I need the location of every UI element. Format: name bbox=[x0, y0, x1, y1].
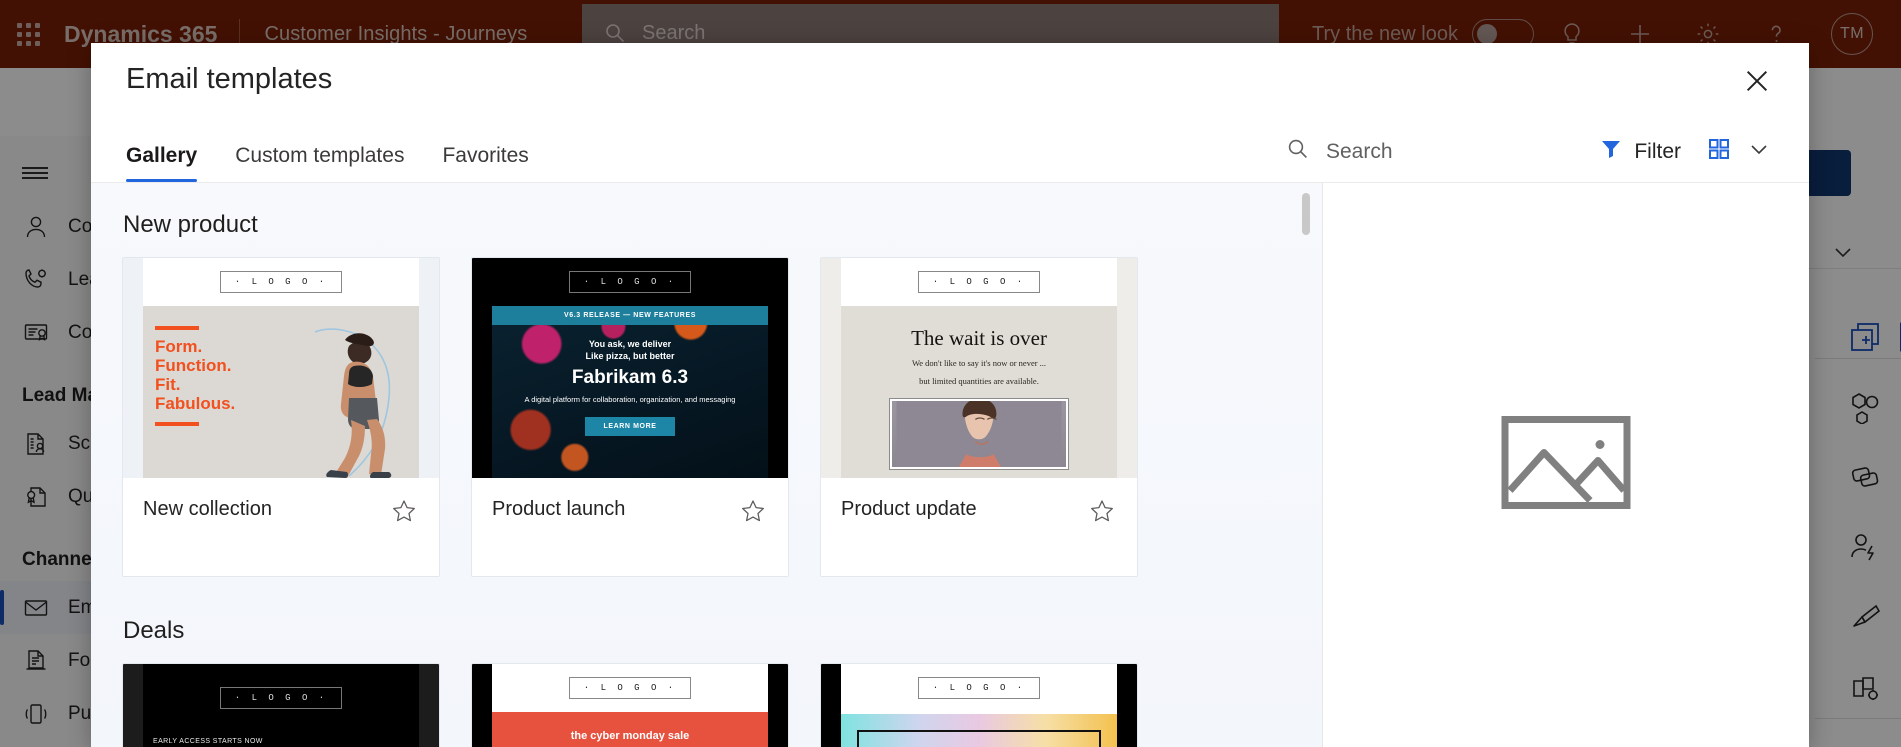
search-placeholder: Search bbox=[1326, 139, 1393, 163]
thumb-line-1: Form. bbox=[155, 337, 203, 356]
thumb-eyebrow-1: You ask, we deliver bbox=[588, 339, 672, 349]
search-input[interactable]: Search bbox=[1286, 137, 1393, 166]
page-title: Email templates bbox=[126, 62, 333, 95]
logo-placeholder: · L O G O · bbox=[568, 271, 692, 293]
card-row-new-product: · L O G O · Form. Function. Fit. Fabulou… bbox=[91, 257, 1322, 577]
thumb-portrait bbox=[896, 401, 1062, 467]
template-thumbnail: · L O G O · bbox=[821, 664, 1137, 747]
star-outline-icon[interactable] bbox=[1089, 498, 1115, 524]
template-thumbnail: · L O G O · The wait is over We don't li… bbox=[821, 258, 1137, 478]
template-preview-pane bbox=[1323, 183, 1809, 747]
filter-button[interactable]: Filter bbox=[1600, 138, 1681, 165]
thumb-line-3: Fit. bbox=[155, 375, 181, 394]
thumb-logo-bar: · L O G O · bbox=[143, 674, 419, 722]
template-thumbnail: · L O G O · EARLY ACCESS STARTS NOW bbox=[123, 664, 439, 747]
card-row-deals: · L O G O · EARLY ACCESS STARTS NOW · L … bbox=[91, 663, 1322, 747]
logo-placeholder: · L O G O · bbox=[568, 677, 692, 699]
thumb-subhead: A digital platform for collaboration, or… bbox=[524, 395, 736, 404]
tab-favorites[interactable]: Favorites bbox=[442, 144, 528, 182]
thumb-logo-bar: · L O G O · bbox=[841, 664, 1117, 712]
thumb-logo-bar: · L O G O · bbox=[492, 258, 768, 306]
dialog-toolbar: Gallery Custom templates Favorites Searc… bbox=[91, 115, 1809, 183]
thumb-figure bbox=[314, 328, 392, 478]
thumb-headline: The wait is over bbox=[911, 326, 1047, 350]
filter-funnel-icon bbox=[1600, 138, 1622, 165]
tab-list: Gallery Custom templates Favorites bbox=[91, 144, 529, 182]
tab-custom-templates[interactable]: Custom templates bbox=[235, 144, 404, 182]
logo-placeholder: · L O G O · bbox=[917, 271, 1041, 293]
gallery-scrollbar-thumb[interactable] bbox=[1302, 193, 1310, 235]
template-gallery[interactable]: New product · L O G O · Form. Function. … bbox=[91, 183, 1323, 747]
template-name: New collection bbox=[143, 498, 272, 520]
template-name: Product launch bbox=[492, 498, 626, 520]
logo-placeholder: · L O G O · bbox=[917, 677, 1041, 699]
view-switcher[interactable] bbox=[1707, 137, 1771, 166]
chevron-down-icon bbox=[1747, 137, 1771, 166]
grid-view-icon bbox=[1707, 137, 1731, 166]
template-card-gradient[interactable]: · L O G O · bbox=[820, 663, 1138, 747]
thumb-tagline: EARLY ACCESS STARTS NOW bbox=[153, 738, 263, 745]
star-outline-icon[interactable] bbox=[740, 498, 766, 524]
thumb-release-band: V6.3 RELEASE — NEW FEATURES bbox=[492, 306, 768, 325]
filter-label: Filter bbox=[1634, 139, 1681, 163]
logo-placeholder: · L O G O · bbox=[219, 687, 343, 709]
template-thumbnail: · L O G O · Form. Function. Fit. Fabulou… bbox=[123, 258, 439, 478]
thumb-line-4: Fabulous. bbox=[155, 394, 236, 413]
card-footer: Product launch bbox=[472, 478, 788, 576]
thumb-sub-1: We don't like to say it's now or never .… bbox=[911, 358, 1047, 368]
thumb-line-2: Function. bbox=[155, 356, 232, 375]
thumb-headline: Fabrikam 6.3 bbox=[571, 367, 689, 388]
section-title-new-product: New product bbox=[123, 211, 258, 238]
logo-placeholder: · L O G O · bbox=[219, 271, 343, 293]
thumb-logo-bar: · L O G O · bbox=[143, 258, 419, 306]
thumb-hero: V6.3 RELEASE — NEW FEATURES You ask, we … bbox=[492, 306, 768, 478]
application-window: Co Lea Co Lead Ma Sco Qu Channel Em For … bbox=[0, 0, 1901, 747]
thumb-logo-bar: · L O G O · bbox=[492, 664, 768, 712]
thumb-hero: The wait is over We don't like to say it… bbox=[841, 306, 1117, 478]
template-thumbnail: · L O G O · V6.3 RELEASE — NEW FEATURES … bbox=[472, 258, 788, 478]
thumb-image-frame bbox=[889, 398, 1069, 470]
thumb-headline: the cyber monday sale bbox=[492, 712, 768, 747]
dialog-body: New product · L O G O · Form. Function. … bbox=[91, 183, 1809, 747]
template-card-new-collection[interactable]: · L O G O · Form. Function. Fit. Fabulou… bbox=[122, 257, 440, 577]
email-templates-dialog: Email templates Gallery Custom templates… bbox=[91, 43, 1809, 747]
search-icon bbox=[1286, 137, 1310, 166]
thumb-sub-2: but limited quantities are available. bbox=[919, 376, 1039, 386]
close-icon[interactable] bbox=[1741, 65, 1773, 97]
tab-gallery[interactable]: Gallery bbox=[126, 144, 198, 182]
thumb-cta-button: LEARN MORE bbox=[585, 417, 675, 436]
thumb-hero: Form. Function. Fit. Fabulous. bbox=[143, 306, 419, 478]
thumb-logo-bar: · L O G O · bbox=[841, 258, 1117, 306]
template-name: Product update bbox=[841, 498, 977, 520]
template-card-product-update[interactable]: · L O G O · The wait is over We don't li… bbox=[820, 257, 1138, 577]
dialog-header: Email templates bbox=[91, 43, 1809, 115]
toolbar-actions: Filter bbox=[1600, 137, 1771, 166]
template-card-early-access[interactable]: · L O G O · EARLY ACCESS STARTS NOW bbox=[122, 663, 440, 747]
star-outline-icon[interactable] bbox=[391, 498, 417, 524]
thumb-eyebrow-2: Like pizza, but better bbox=[585, 351, 675, 361]
gallery-scrollbar-track[interactable] bbox=[1302, 183, 1310, 747]
template-thumbnail: · L O G O · the cyber monday sale bbox=[472, 664, 788, 747]
template-card-cyber-monday[interactable]: · L O G O · the cyber monday sale bbox=[471, 663, 789, 747]
template-card-product-launch[interactable]: · L O G O · V6.3 RELEASE — NEW FEATURES … bbox=[471, 257, 789, 577]
card-footer: Product update bbox=[821, 478, 1137, 576]
thumb-gradient-band bbox=[841, 714, 1117, 747]
card-footer: New collection bbox=[123, 478, 439, 576]
section-title-deals: Deals bbox=[123, 617, 185, 644]
image-placeholder-icon bbox=[1500, 415, 1632, 516]
